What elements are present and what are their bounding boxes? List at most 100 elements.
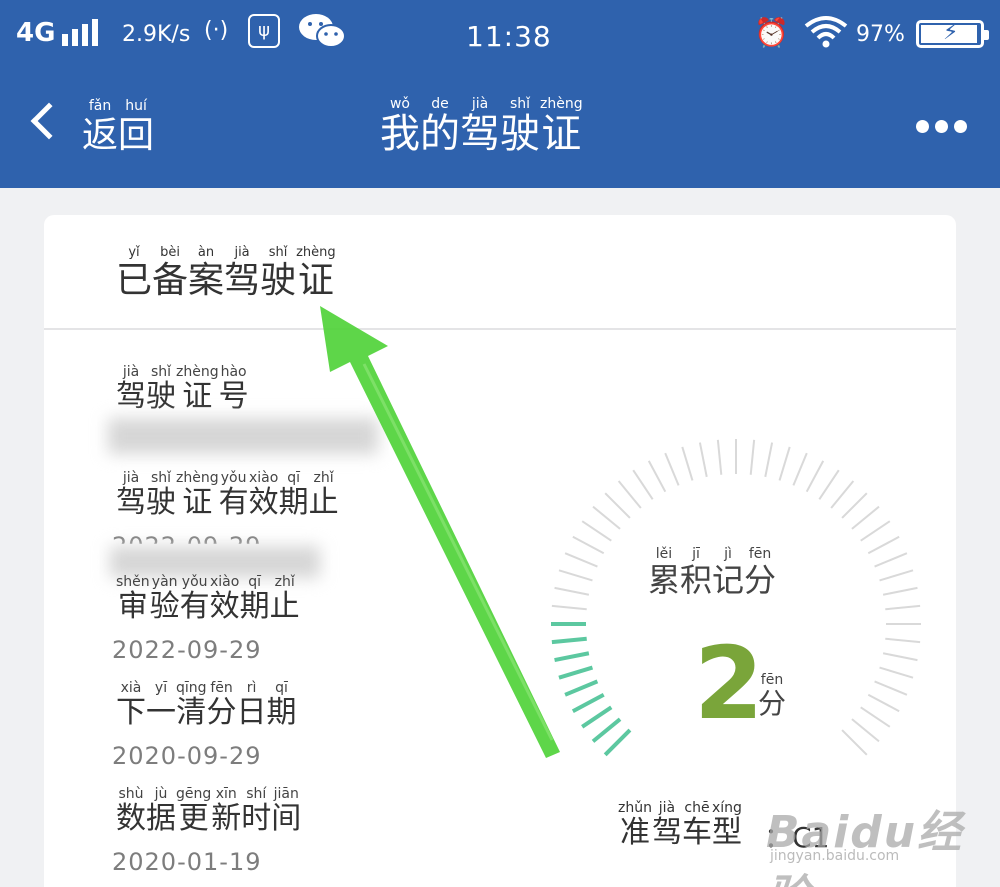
ruby-char: xíng 型: [712, 800, 742, 850]
gauge-tick: [564, 552, 598, 568]
gauge-tick: [664, 452, 680, 486]
ruby-char: yǐ 已: [116, 245, 152, 301]
ruby-char: zhǐ 止: [309, 470, 339, 520]
ruby-char: xiào 效: [210, 574, 240, 624]
gauge-tick: [879, 569, 914, 582]
back-button[interactable]: fǎn 返 huí 回: [30, 98, 170, 168]
pinyin: zhǔn: [618, 800, 652, 816]
chevron-left-icon: [30, 102, 68, 140]
hanzi: 号: [218, 379, 249, 414]
ruby-char: de 的: [420, 96, 460, 156]
pinyin: fēn: [748, 546, 772, 562]
ruby-char: jià 驾: [460, 96, 500, 156]
battery-percent: 97%: [856, 22, 905, 47]
ruby-char: zhèng 证: [296, 245, 336, 301]
inspection-expiry-value: 2022-09-29: [112, 636, 262, 664]
hanzi: 积: [680, 561, 713, 599]
gauge-tick: [867, 693, 900, 713]
hanzi: 驾: [116, 379, 146, 414]
gauge-tick: [716, 439, 723, 475]
license-expiry-label: jià 驾 shǐ 驶 zhèng 证 yǒu 有 xiào 效 qī 期 zhǐ 止: [116, 470, 339, 520]
network-speed: 2.9K/s: [122, 22, 191, 47]
pinyin: huí: [125, 98, 147, 114]
ruby-char: bèi 备: [152, 245, 188, 301]
pinyin: jià: [122, 470, 140, 486]
ruby-char: zhèng 证: [176, 364, 219, 414]
page-title: wǒ 我 de 的 jià 驾 shǐ 驶 zhèng 证: [380, 96, 583, 156]
more-options-icon[interactable]: [916, 120, 967, 136]
gauge-tick: [830, 480, 855, 509]
vehicle-class-label: zhǔn 准 jià 驾 chē 车 xíng 型: [618, 800, 742, 850]
hotspot-icon: (·): [204, 18, 229, 43]
ruby-char: qī 期: [267, 680, 297, 730]
gauge-tick: [591, 717, 622, 743]
gauge-tick: [841, 729, 868, 756]
hanzi: 已: [116, 260, 153, 301]
ruby-char: huí 回: [118, 98, 154, 158]
gauge-tick: [551, 604, 587, 611]
network-type: 4G: [16, 18, 56, 48]
pinyin: xīn: [215, 786, 237, 802]
ruby-char: zhèng 证: [176, 470, 219, 520]
ruby-char: rì 日: [237, 680, 267, 730]
hanzi: 间: [271, 801, 302, 836]
back-label: fǎn 返 huí 回: [82, 98, 154, 158]
hanzi: 时: [241, 801, 272, 836]
pinyin: bèi: [160, 245, 180, 260]
ruby-char: yàn 验: [150, 574, 180, 624]
pinyin: fēn: [210, 680, 233, 696]
gauge-tick: [885, 637, 921, 644]
hanzi: 审: [117, 589, 148, 624]
ruby-char: shǐ 驶: [260, 245, 296, 301]
hanzi: 案: [188, 260, 225, 301]
next-clear-date-label: xià 下 yī 一 qīng 清 fēn 分 rì 日 qī 期: [116, 680, 297, 730]
gauge-tick: [882, 652, 918, 662]
hanzi: 效: [209, 589, 240, 624]
points-gauge: [551, 439, 921, 757]
accumulated-points-label: lěi 累 jī 积 jì 记 fēn 分: [648, 546, 776, 598]
ruby-char: chē 车: [682, 800, 712, 850]
pinyin: yǒu: [220, 470, 247, 486]
gauge-tick: [860, 706, 891, 728]
gauge-tick: [647, 460, 667, 493]
pinyin: zhèng: [176, 364, 219, 380]
hanzi: 数: [116, 801, 146, 836]
card-header: yǐ 已 bèi 备 àn 案 jià 驾 shǐ 驶 zhèng 证: [44, 215, 956, 330]
ruby-char: yī 一: [146, 680, 176, 730]
ruby-char: jià 驾: [116, 364, 146, 414]
usb-icon: ψ: [248, 14, 280, 48]
pinyin: shǐ: [150, 364, 172, 380]
pinyin: lěi: [655, 546, 673, 562]
hanzi: 备: [152, 260, 189, 301]
gauge-tick: [805, 460, 825, 493]
ruby-char: lěi 累: [648, 546, 680, 598]
gauge-tick: [571, 692, 605, 713]
hanzi: 驶: [500, 111, 540, 157]
pinyin: yǐ: [128, 245, 140, 260]
pinyin: xià: [120, 680, 142, 696]
pinyin: shǐ: [150, 470, 172, 486]
pinyin: qī: [287, 470, 300, 486]
gauge-tick: [554, 586, 590, 596]
hanzi: 回: [118, 115, 155, 156]
gauge-tick: [572, 535, 605, 555]
ruby-char: jù 据: [146, 786, 176, 836]
hanzi: 新: [211, 801, 242, 836]
hanzi: 驾: [651, 815, 682, 850]
gauge-tick: [860, 520, 891, 542]
ruby-char: jià 驾: [224, 245, 260, 301]
hanzi: 期: [239, 589, 270, 624]
hanzi: 返: [82, 115, 119, 156]
data-update-time-label: shù 数 jù 据 gēng 更 xīn 新 shí 时 jiān 间: [116, 786, 301, 836]
gauge-tick: [879, 666, 914, 679]
pinyin: zhèng: [176, 470, 219, 486]
hanzi: 证: [182, 485, 213, 520]
inspection-expiry-label: shěn 审 yàn 验 yǒu 有 xiào 效 qī 期 zhǐ 止: [116, 574, 300, 624]
ruby-char: gēng 更: [176, 786, 211, 836]
hanzi: 驶: [260, 260, 297, 301]
hanzi: 据: [146, 801, 176, 836]
gauge-tick: [558, 569, 593, 582]
pinyin: shí: [246, 786, 267, 802]
pinyin: jià: [658, 800, 676, 816]
ruby-char: fēn 分: [744, 546, 776, 598]
